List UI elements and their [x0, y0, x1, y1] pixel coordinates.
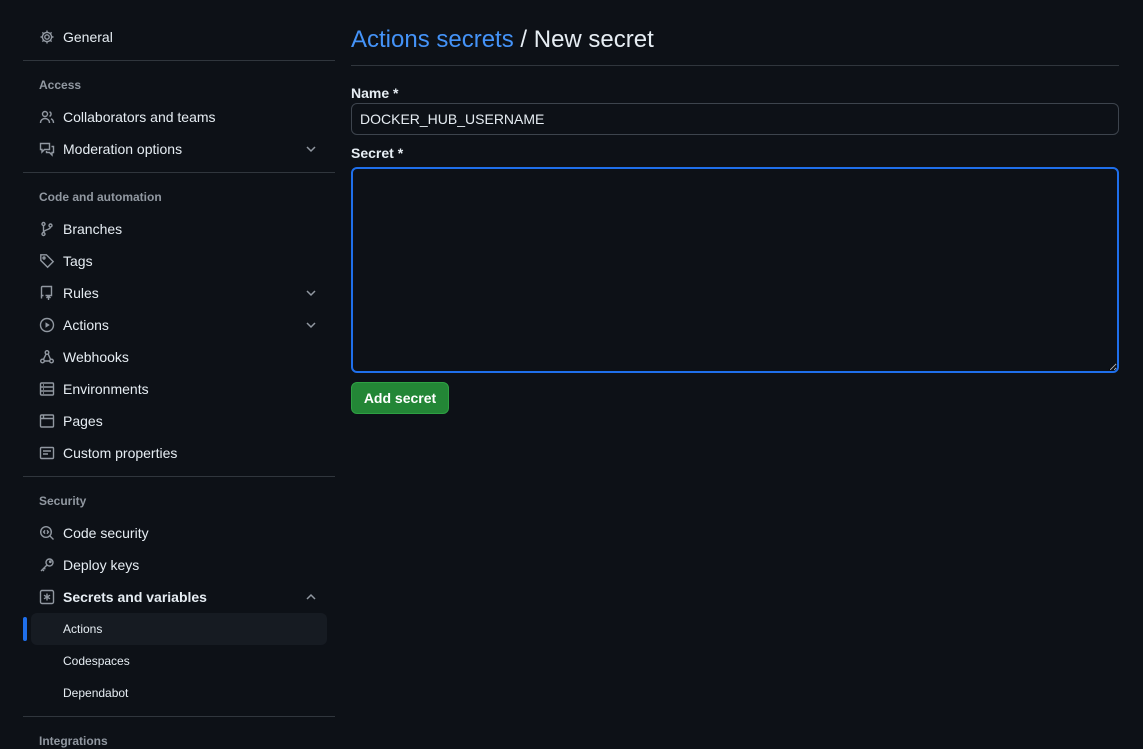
key-asterisk-icon	[39, 589, 55, 605]
sidebar-item-secrets-and-variables[interactable]: Secrets and variables	[31, 581, 327, 613]
breadcrumb-link-actions-secrets[interactable]: Actions secrets	[351, 26, 514, 53]
tag-icon	[39, 253, 55, 269]
sidebar-item-pages[interactable]: Pages	[31, 405, 327, 437]
chevron-down-icon[interactable]	[303, 141, 319, 157]
sidebar-item-label: Environments	[63, 381, 149, 397]
divider	[23, 172, 335, 173]
page-title: Actions secrets / New secret	[351, 26, 654, 54]
name-label: Name *	[351, 85, 399, 101]
repo-push-icon	[39, 285, 55, 301]
sidebar-item-rules[interactable]: Rules	[31, 277, 327, 309]
sidebar-item-custom-properties[interactable]: Custom properties	[31, 437, 327, 469]
divider	[23, 476, 335, 477]
chevron-down-icon[interactable]	[303, 285, 319, 301]
sidebar-item-webhooks[interactable]: Webhooks	[31, 341, 327, 373]
breadcrumb-separator: /	[513, 26, 534, 53]
add-secret-button[interactable]: Add secret	[351, 382, 449, 414]
settings-sidebar: General Access Collaborators and teams M…	[23, 0, 335, 749]
section-title-code-automation: Code and automation	[39, 190, 162, 204]
sidebar-item-label: Rules	[63, 285, 99, 301]
sidebar-item-label: General	[63, 29, 113, 45]
git-branch-icon	[39, 221, 55, 237]
active-indicator	[23, 617, 27, 641]
browser-icon	[39, 413, 55, 429]
sidebar-item-label: Code security	[63, 525, 149, 541]
sidebar-item-tags[interactable]: Tags	[31, 245, 327, 277]
sidebar-item-label: Branches	[63, 221, 123, 237]
secret-name-input[interactable]	[351, 103, 1119, 135]
section-title-security: Security	[39, 494, 87, 508]
chevron-up-icon[interactable]	[303, 589, 319, 605]
webhook-icon	[39, 349, 55, 365]
sidebar-item-branches[interactable]: Branches	[31, 213, 327, 245]
sidebar-subitem-actions[interactable]: Actions	[31, 613, 327, 645]
key-icon	[39, 557, 55, 573]
gear-icon	[39, 29, 55, 45]
sidebar-item-label: Deploy keys	[63, 557, 140, 573]
section-title-integrations: Integrations	[39, 734, 108, 748]
page-title-text: New secret	[533, 26, 654, 53]
divider	[23, 716, 335, 717]
codescan-icon	[39, 525, 55, 541]
sidebar-item-label: Custom properties	[63, 445, 178, 461]
sidebar-item-label: Moderation options	[63, 141, 183, 157]
sidebar-item-label: Actions	[63, 317, 109, 333]
people-icon	[39, 109, 55, 125]
sidebar-subitem-dependabot[interactable]: Dependabot	[31, 677, 327, 709]
sidebar-item-label: Secrets and variables	[63, 589, 207, 605]
sidebar-item-deploy-keys[interactable]: Deploy keys	[31, 549, 327, 581]
sidebar-subitem-label: Codespaces	[63, 654, 130, 668]
play-icon	[39, 317, 55, 333]
sidebar-item-general[interactable]: General	[31, 21, 327, 53]
section-title-access: Access	[39, 78, 82, 92]
sidebar-item-code-security[interactable]: Code security	[31, 517, 327, 549]
sidebar-item-moderation[interactable]: Moderation options	[31, 133, 327, 165]
sidebar-item-collaborators[interactable]: Collaborators and teams	[31, 101, 327, 133]
sidebar-item-label: Pages	[63, 413, 103, 429]
note-icon	[39, 445, 55, 461]
sidebar-item-environments[interactable]: Environments	[31, 373, 327, 405]
sidebar-item-label: Collaborators and teams	[63, 109, 216, 125]
secret-label: Secret *	[351, 145, 404, 161]
secret-value-textarea[interactable]	[351, 167, 1119, 373]
sidebar-item-label: Webhooks	[63, 349, 129, 365]
comment-discussion-icon	[39, 141, 55, 157]
sidebar-item-label: Tags	[63, 253, 93, 269]
divider	[23, 60, 335, 61]
divider	[351, 65, 1119, 66]
chevron-down-icon[interactable]	[303, 317, 319, 333]
sidebar-subitem-codespaces[interactable]: Codespaces	[31, 645, 327, 677]
sidebar-subitem-label: Actions	[63, 622, 103, 636]
sidebar-item-actions[interactable]: Actions	[31, 309, 327, 341]
sidebar-subitem-label: Dependabot	[63, 686, 129, 700]
server-icon	[39, 381, 55, 397]
